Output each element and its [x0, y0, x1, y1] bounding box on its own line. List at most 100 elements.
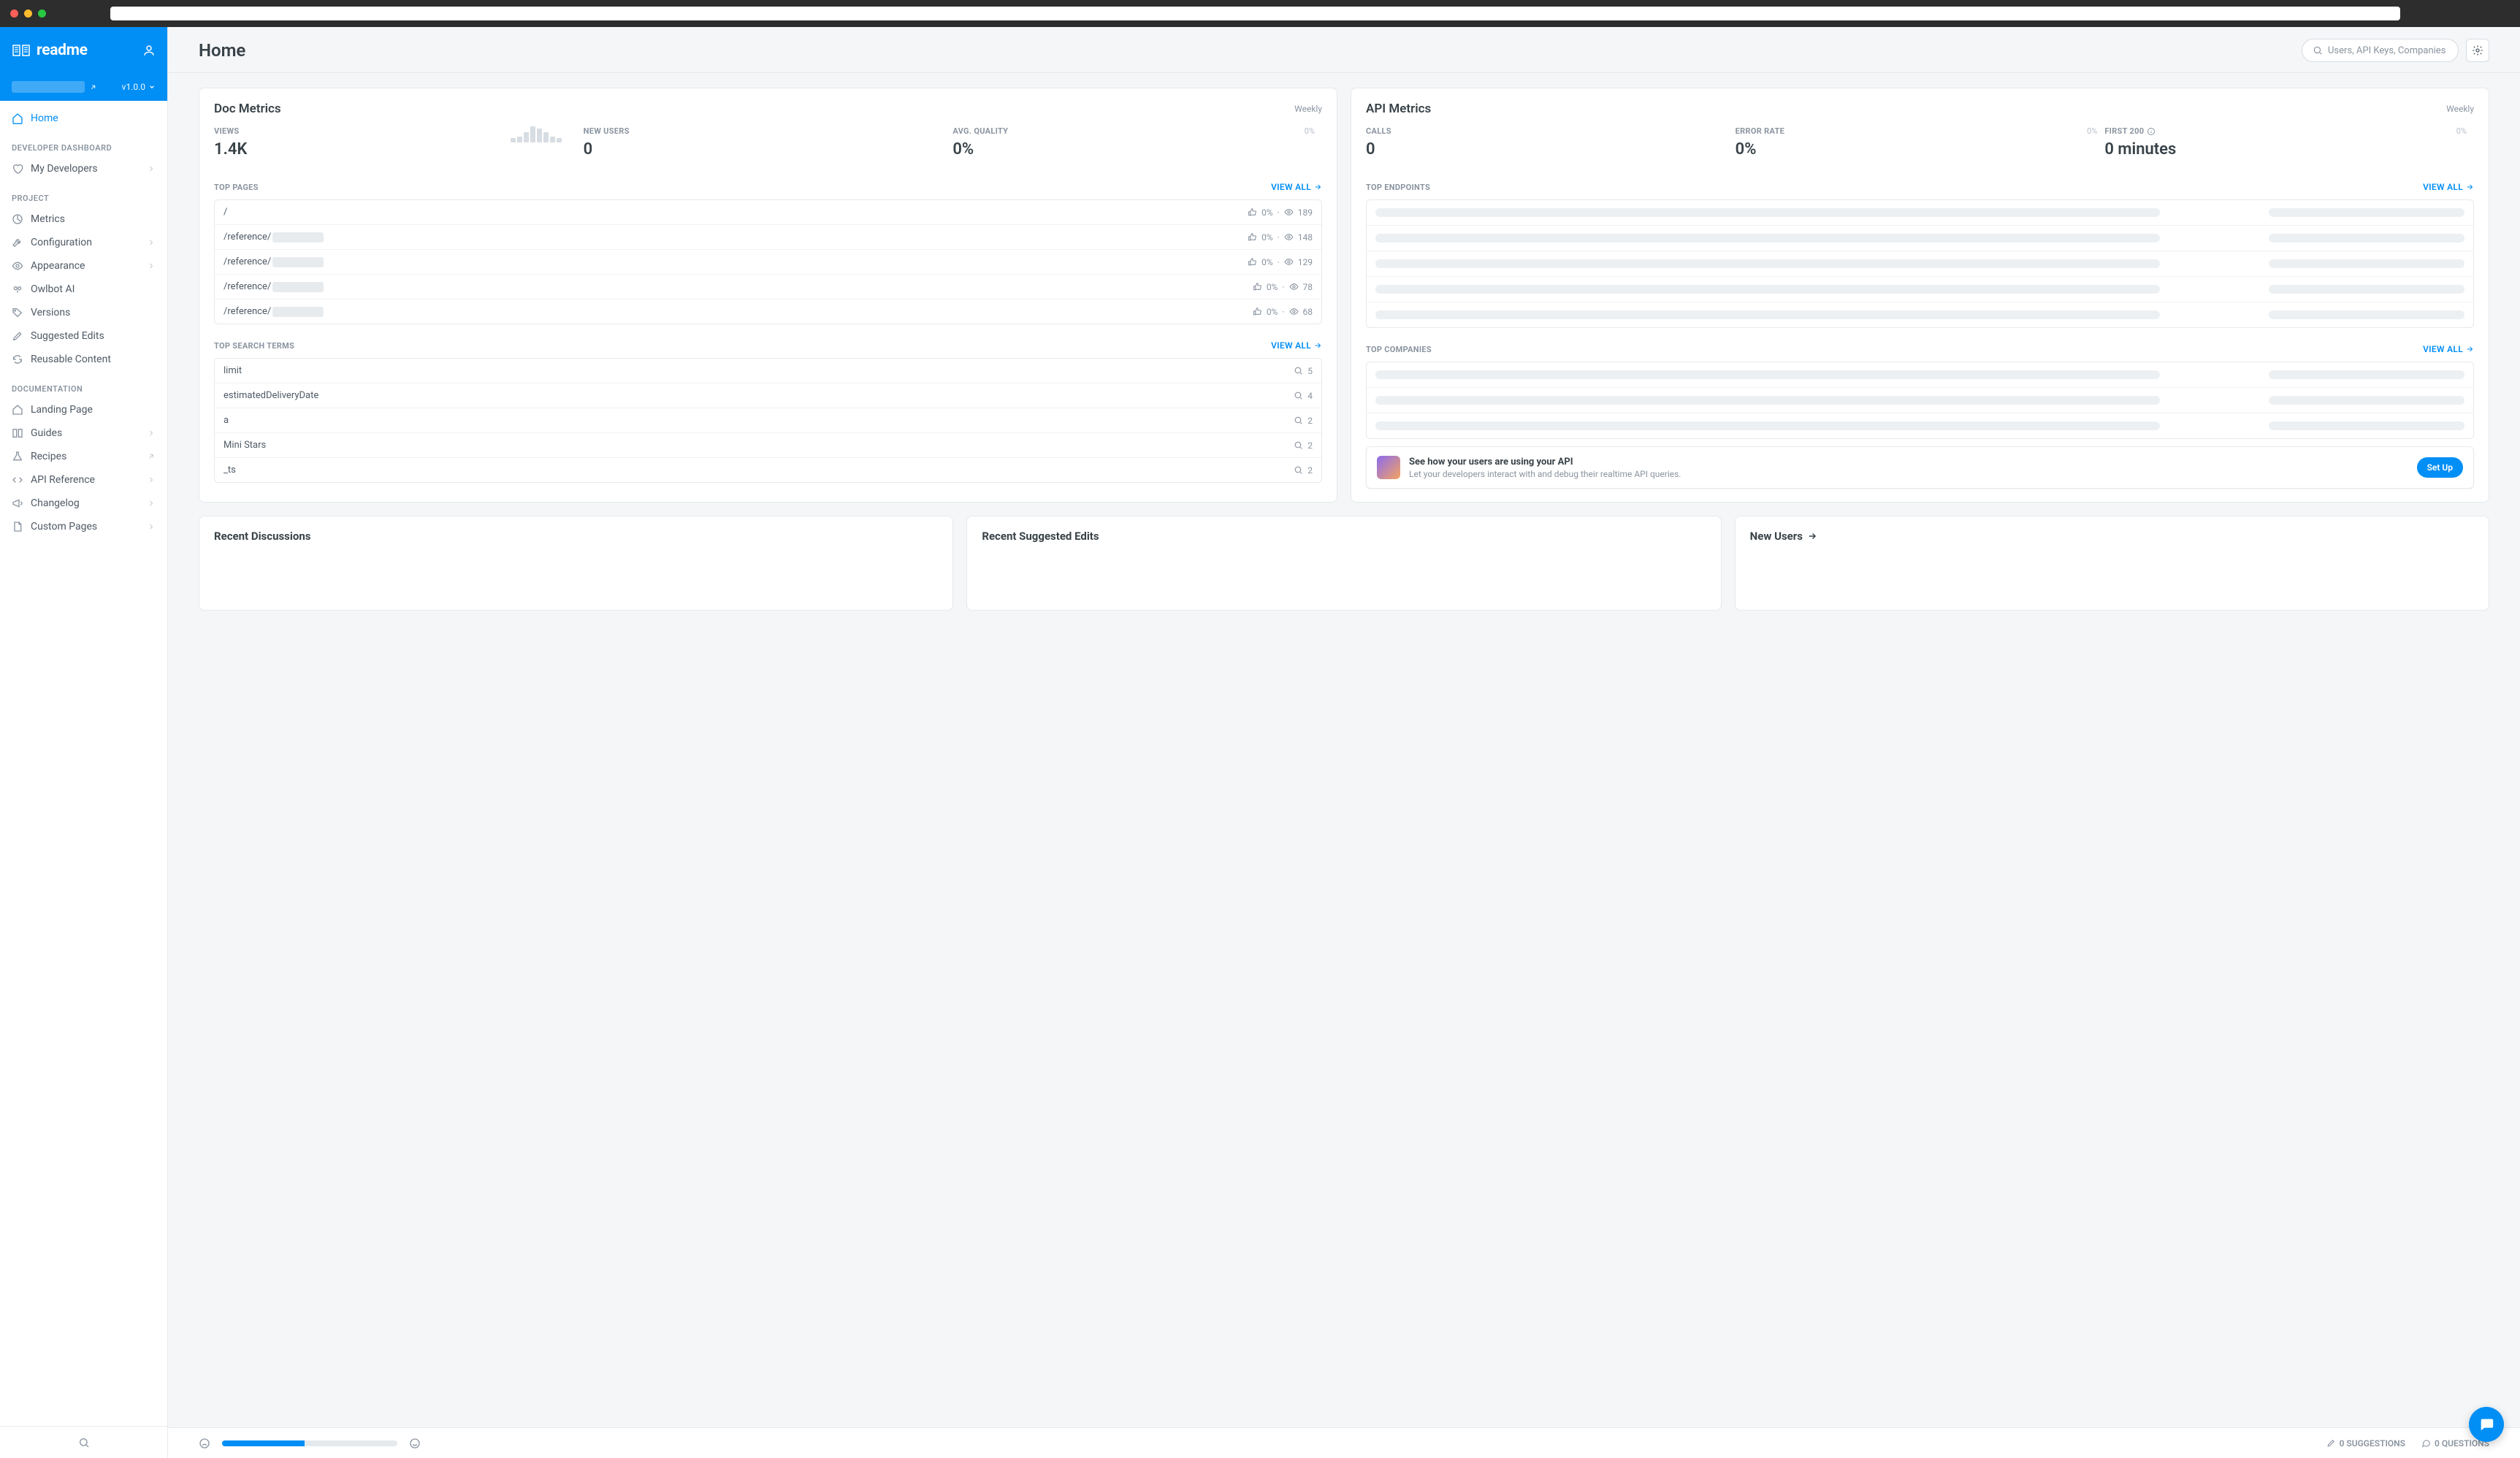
stat-new-users-value: 0 [584, 140, 946, 159]
chevron-right-icon [147, 238, 156, 247]
doc-metrics-period: Weekly [1294, 104, 1322, 114]
home-icon [12, 112, 23, 124]
nav-guides[interactable]: Guides [0, 421, 167, 445]
book-open-icon [12, 427, 23, 439]
chat-fab[interactable] [2469, 1407, 2504, 1442]
code-icon [12, 474, 23, 486]
page-row[interactable]: /0%·189 [215, 200, 1321, 225]
url-bar[interactable] [110, 7, 2400, 20]
promo-subtitle: Let your developers interact with and de… [1409, 469, 1681, 479]
views-sparkline [511, 125, 562, 142]
search-row[interactable]: Mini Stars2 [215, 433, 1321, 458]
nav-custom-pages[interactable]: Custom Pages [0, 515, 167, 538]
sentiment-progress [222, 1440, 397, 1446]
megaphone-icon [12, 497, 23, 509]
nav-api-reference[interactable]: API Reference [0, 468, 167, 492]
sad-face-icon [199, 1438, 210, 1449]
window-close-dot[interactable] [10, 9, 18, 18]
nav-my-developers[interactable]: My Developers [0, 157, 167, 180]
home-icon [12, 404, 23, 416]
page-row[interactable]: /reference/0%·68 [215, 299, 1321, 324]
nav-changelog[interactable]: Changelog [0, 492, 167, 515]
doc-metrics-card: Doc Metrics Weekly VIEWS 1.4K [199, 88, 1337, 503]
nav-recipes[interactable]: Recipes [0, 445, 167, 468]
nav-versions[interactable]: Versions [0, 301, 167, 324]
view-all-search[interactable]: VIEW ALL [1271, 340, 1322, 351]
top-companies-skeleton [1366, 362, 2474, 439]
nav-landing-page[interactable]: Landing Page [0, 398, 167, 421]
search-icon [1294, 465, 1303, 475]
api-metrics-period: Weekly [2446, 104, 2474, 114]
search-icon[interactable] [78, 1437, 90, 1449]
page-row[interactable]: /reference/0%·148 [215, 225, 1321, 250]
search-input[interactable]: Users, API Keys, Companies [2302, 39, 2459, 62]
search-row[interactable]: limit5 [215, 359, 1321, 383]
arrow-right-icon [1313, 183, 1322, 191]
section-dev-dashboard: DEVELOPER DASHBOARD [0, 130, 167, 157]
eye-icon [1284, 257, 1294, 267]
section-documentation: DOCUMENTATION [0, 371, 167, 398]
doc-metrics-title: Doc Metrics [214, 102, 281, 116]
version-selector[interactable]: v1.0.0 [122, 82, 156, 92]
thumbs-up-icon [1253, 307, 1262, 316]
eye-icon [1289, 307, 1299, 316]
project-bar[interactable]: v1.0.0 [0, 73, 167, 101]
recent-discussions-card: Recent Discussions [199, 516, 953, 611]
brand-logo[interactable]: readme [12, 42, 88, 59]
arrow-right-icon [2465, 345, 2474, 354]
view-all-pages[interactable]: VIEW ALL [1271, 182, 1322, 192]
api-metrics-card: API Metrics Weekly CALLS 0 [1351, 88, 2489, 503]
sidebar-footer [0, 1426, 167, 1458]
brand-name: readme [37, 42, 88, 59]
nav-suggested-edits[interactable]: Suggested Edits [0, 324, 167, 348]
suggestions-count[interactable]: 0 SUGGESTIONS [2326, 1438, 2405, 1449]
search-row[interactable]: estimatedDeliveryDate4 [215, 383, 1321, 408]
wrench-icon [12, 237, 23, 248]
window-min-dot[interactable] [24, 9, 32, 18]
page-row[interactable]: /reference/0%·129 [215, 250, 1321, 275]
external-link-icon [147, 452, 156, 461]
view-all-endpoints[interactable]: VIEW ALL [2423, 182, 2474, 192]
view-all-companies[interactable]: VIEW ALL [2423, 344, 2474, 354]
eye-icon [1289, 282, 1299, 291]
flask-icon [12, 451, 23, 462]
nav-metrics[interactable]: Metrics [0, 207, 167, 231]
stat-first200-value: 0 minutes [2104, 140, 2176, 159]
search-row[interactable]: _ts2 [215, 458, 1321, 482]
setup-button[interactable]: Set Up [2417, 457, 2463, 478]
search-icon [1294, 391, 1303, 400]
chevron-down-icon [148, 83, 156, 91]
settings-button[interactable] [2466, 39, 2489, 62]
search-icon [1294, 416, 1303, 425]
new-users-card[interactable]: New Users [1735, 516, 2489, 611]
nav-reusable-content[interactable]: Reusable Content [0, 348, 167, 371]
recycle-icon [12, 354, 23, 365]
chart-icon [12, 213, 23, 225]
recent-edits-card: Recent Suggested Edits [966, 516, 1721, 611]
promo-title: See how your users are using your API [1409, 457, 1681, 467]
search-icon [1294, 366, 1303, 375]
browser-chrome [0, 0, 2520, 27]
sidebar: readme v1.0.0 Home DEVELOPER DASHBOARD M… [0, 27, 168, 1458]
top-endpoints-skeleton [1366, 199, 2474, 328]
user-icon[interactable] [142, 44, 156, 57]
chevron-right-icon [147, 164, 156, 173]
stat-calls-value: 0 [1366, 140, 1728, 159]
arrow-right-icon [1313, 341, 1322, 350]
nav-configuration[interactable]: Configuration [0, 231, 167, 254]
book-icon [12, 44, 31, 57]
stat-error-rate-value: 0% [1736, 140, 1784, 159]
nav-appearance[interactable]: Appearance [0, 254, 167, 278]
happy-face-icon [409, 1438, 421, 1449]
chat-icon [2421, 1438, 2431, 1448]
info-icon[interactable] [2147, 127, 2156, 136]
window-max-dot[interactable] [38, 9, 46, 18]
chevron-right-icon [147, 429, 156, 438]
promo-icon [1377, 456, 1400, 479]
page-row[interactable]: /reference/0%·78 [215, 275, 1321, 299]
chevron-right-icon [147, 499, 156, 508]
nav-home[interactable]: Home [0, 107, 167, 130]
search-row[interactable]: a2 [215, 408, 1321, 433]
tag-icon [12, 307, 23, 318]
nav-owlbot[interactable]: Owlbot AI [0, 278, 167, 301]
